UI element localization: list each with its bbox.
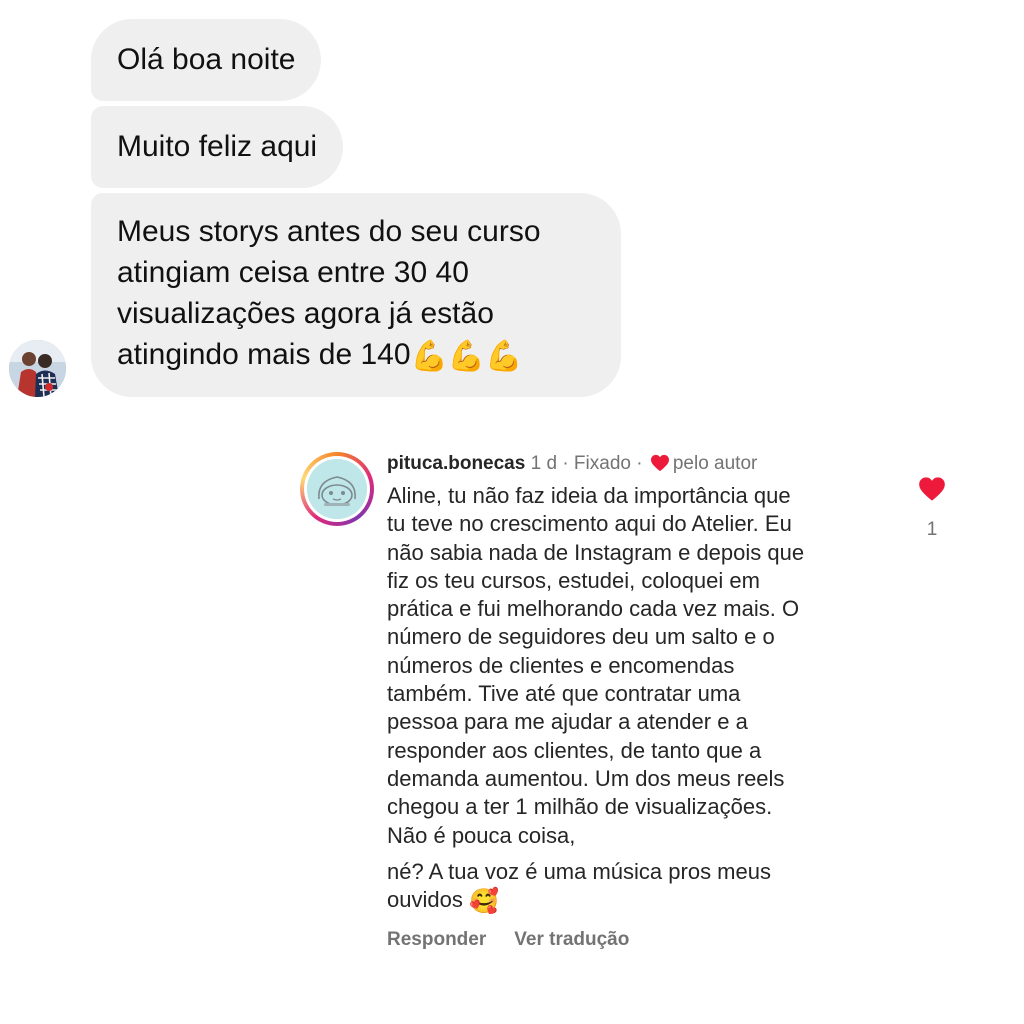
sender-avatar[interactable] bbox=[9, 340, 66, 397]
pinned-label: Fixado bbox=[573, 453, 631, 474]
comment-line: Não é pouca coisa, bbox=[387, 822, 576, 848]
comment-line: ouvidos 🥰 bbox=[387, 886, 887, 914]
comment-line: demanda aumentou. Um dos meus reels bbox=[387, 765, 785, 791]
comment-line: responder aos clientes, de tanto que a bbox=[387, 737, 762, 763]
comment-line: pessoa para me ajudar a atender e a bbox=[387, 709, 748, 735]
like-heart-icon[interactable] bbox=[918, 476, 946, 502]
commenter-avatar[interactable] bbox=[300, 452, 374, 526]
see-translation-button[interactable]: Ver tradução bbox=[514, 929, 629, 950]
heart-icon bbox=[650, 454, 669, 472]
comment-line: não sabia nada de Instagram e depois que bbox=[387, 539, 805, 565]
doll-logo-icon bbox=[307, 459, 367, 519]
message-text: Olá boa noite bbox=[117, 43, 296, 76]
message-line: visualizações agora já estão bbox=[117, 297, 494, 330]
comment-body: Aline, tu não faz ideia da importância q… bbox=[387, 482, 887, 914]
comment-line: prática e fui melhorando cada vez mais. … bbox=[387, 596, 800, 622]
comment-header: pituca.bonecas 1 d · Fixado · pelo autor bbox=[387, 452, 757, 476]
comment-actions: Responder Ver tradução bbox=[387, 928, 629, 952]
like-count: 1 bbox=[926, 519, 938, 540]
message-line: Meus storys antes do seu curso bbox=[117, 215, 541, 248]
comment-line: também. Tive até que contratar uma bbox=[387, 681, 741, 707]
comment-username[interactable]: pituca.bonecas bbox=[387, 453, 525, 474]
flexed-biceps-emoji: 💪💪💪 bbox=[410, 340, 523, 373]
message-line: atingindo mais de 140💪💪💪 bbox=[117, 334, 595, 375]
separator-dot: · bbox=[636, 453, 643, 474]
page: Olá boa noite Muito feliz aqui Meus stor… bbox=[0, 0, 1024, 1024]
comment-line: chegou a ter 1 milhão de visualizações. bbox=[387, 794, 773, 820]
message-text: Muito feliz aqui bbox=[117, 130, 318, 163]
reply-button[interactable]: Responder bbox=[387, 929, 486, 950]
comment-line: tu teve no crescimento aqui do Atelier. … bbox=[387, 511, 792, 537]
message-bubble-2[interactable]: Muito feliz aqui bbox=[91, 106, 344, 188]
avatar-image bbox=[307, 459, 367, 519]
avatar-ring-gap bbox=[304, 456, 370, 522]
message-bubble-1[interactable]: Olá boa noite bbox=[91, 19, 322, 101]
liked-by-author-label: pelo autor bbox=[672, 453, 758, 474]
user-photo-avatar-icon bbox=[9, 340, 66, 397]
comment-line: fiz os teu cursos, estudei, coloquei em bbox=[387, 567, 760, 593]
message-line-text: atingindo mais de 140 bbox=[117, 338, 411, 371]
comment-line: número de seguidores deu um salto e o bbox=[387, 624, 775, 650]
comment-line: números de clientes e encomendas bbox=[387, 652, 735, 678]
comment-line-text: ouvidos bbox=[387, 887, 463, 913]
message-bubble-3[interactable]: Meus storys antes do seu curso atingiam … bbox=[91, 193, 621, 397]
smiling-face-with-hearts-emoji: 🥰 bbox=[468, 888, 499, 916]
separator-dot: · bbox=[562, 453, 569, 474]
comment-line: Aline, tu não faz ideia da importância q… bbox=[387, 483, 791, 508]
comment-line: né? A tua voz é uma música pros meus bbox=[387, 858, 771, 884]
message-line: atingiam ceisa entre 30 40 bbox=[117, 256, 469, 289]
comment-time: 1 d bbox=[530, 453, 558, 474]
